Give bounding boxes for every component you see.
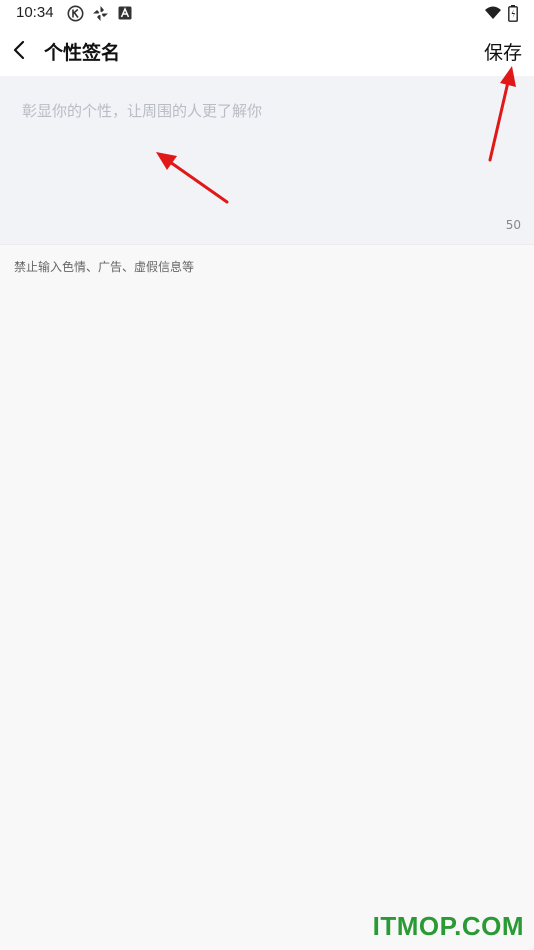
header: 个性签名 保存	[0, 28, 534, 76]
k-circle-icon	[67, 5, 84, 22]
status-bar: 10:34	[0, 0, 534, 28]
char-count: 50	[505, 218, 521, 232]
page-title: 个性签名	[44, 42, 121, 64]
a-badge-icon	[118, 5, 135, 22]
page: 10:34 个性签名 保存 彰显你的个性，让周围的人更了解你 50 禁止输入色情…	[0, 0, 534, 950]
signature-area: 50	[0, 76, 534, 244]
battery-icon	[508, 5, 525, 22]
save-button[interactable]: 保存	[484, 38, 522, 65]
divider	[0, 244, 534, 245]
input-notice: 禁止输入色情、广告、虚假信息等	[14, 260, 195, 274]
watermark-text: ITMOP.COM	[372, 911, 524, 941]
chevron-left-icon	[12, 40, 28, 64]
signature-input[interactable]	[20, 98, 518, 212]
wifi-icon	[484, 5, 501, 22]
pinwheel-icon	[92, 5, 109, 22]
status-time: 10:34	[16, 4, 54, 21]
back-button[interactable]	[4, 36, 36, 68]
